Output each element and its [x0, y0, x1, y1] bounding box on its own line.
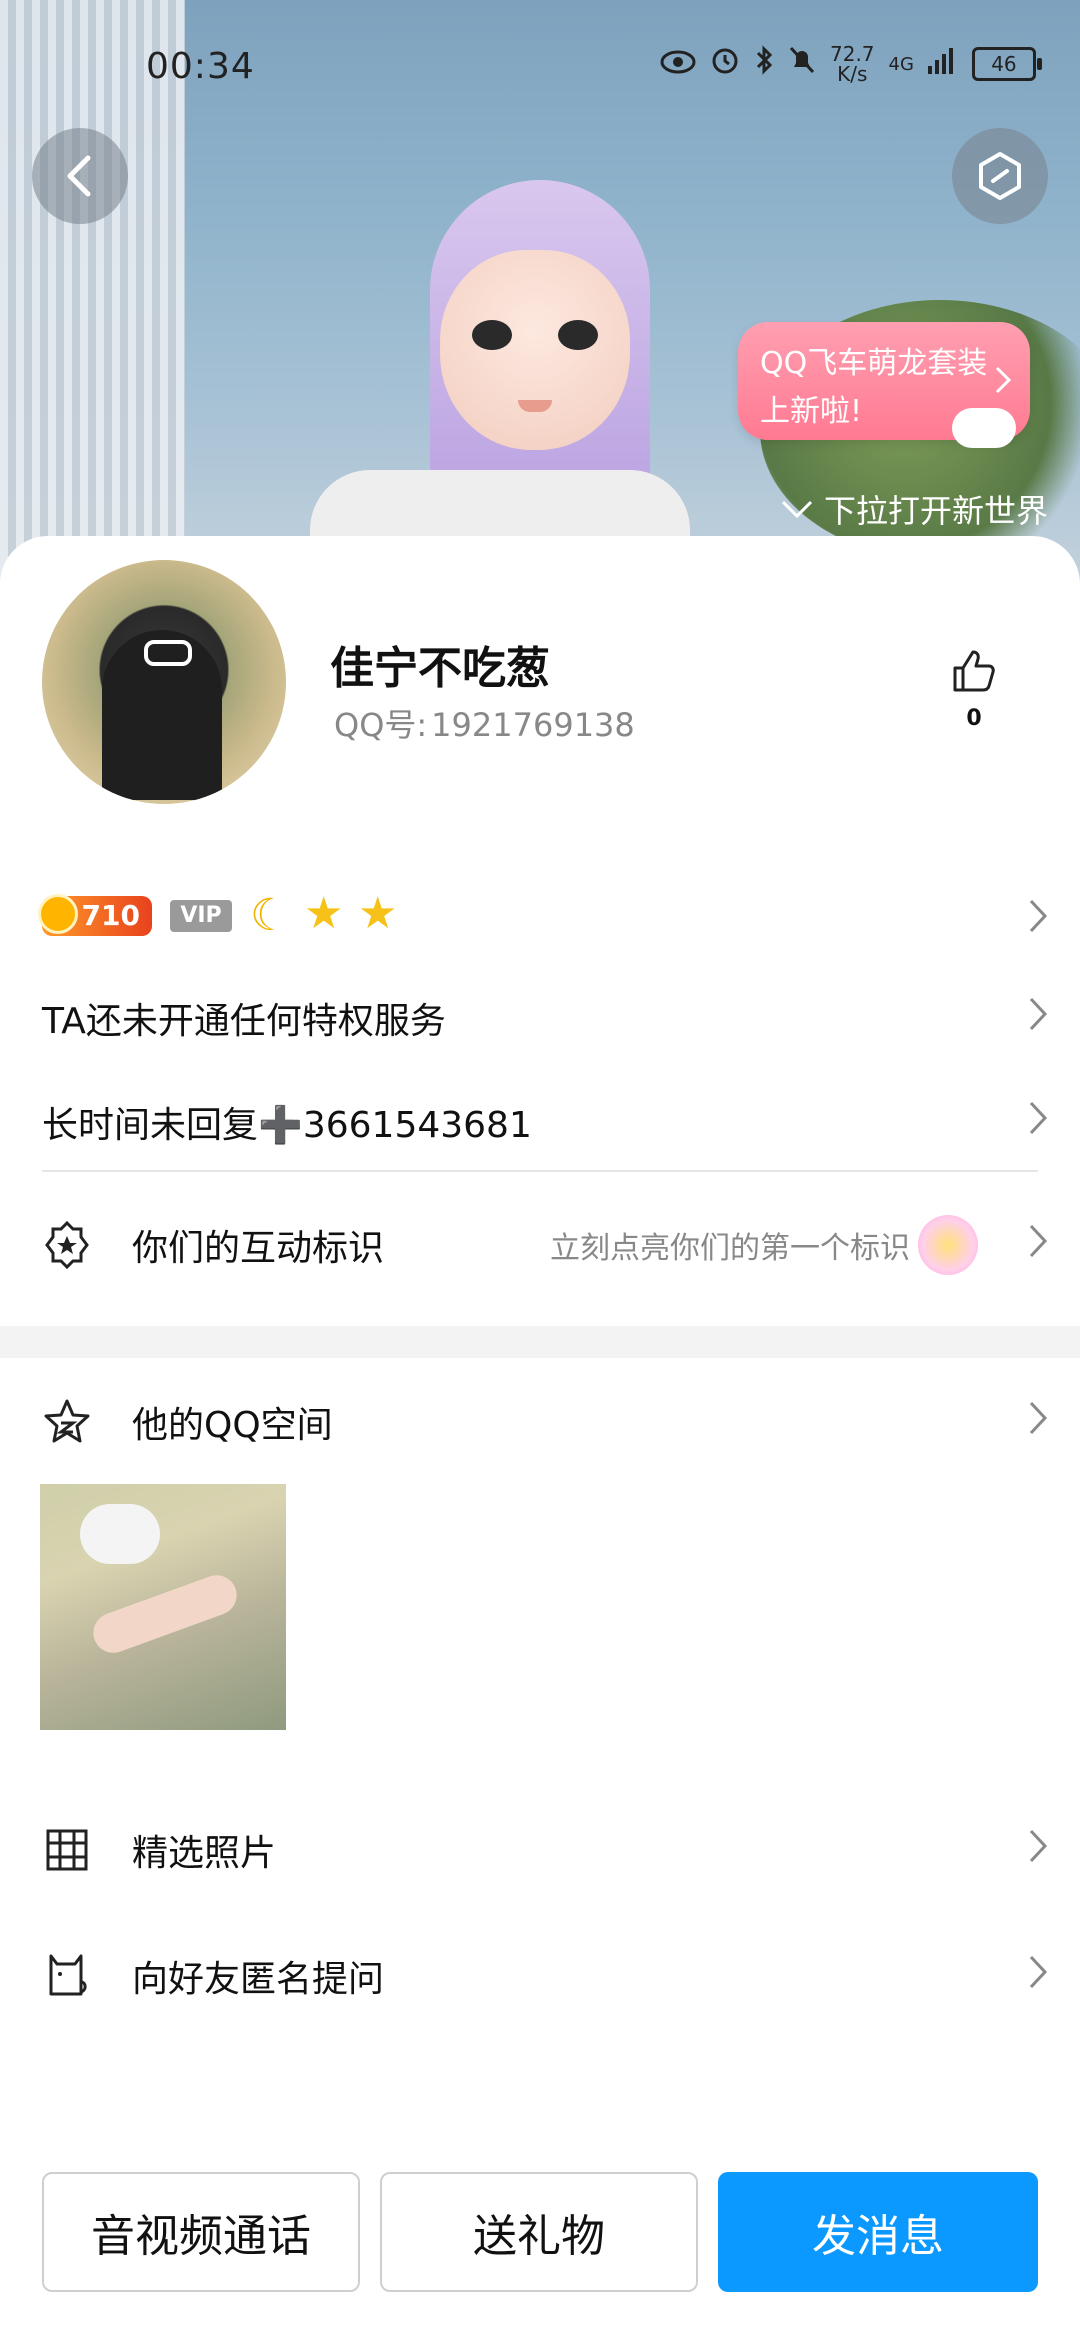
badge-star-icon	[42, 1220, 92, 1270]
cat-box-icon	[42, 1951, 92, 2001]
character-eye-left	[472, 320, 512, 350]
qzone-row[interactable]: 他的QQ空间	[0, 1382, 1080, 1462]
cloud-decoration	[952, 408, 1016, 448]
avatar[interactable]	[42, 560, 286, 804]
featured-photos-label: 精选照片	[132, 1833, 277, 1874]
signal-icon	[927, 46, 958, 82]
avatar-3d-character[interactable]	[310, 170, 690, 590]
qzone-photo-thumbnail[interactable]	[40, 1484, 286, 1730]
hexagon-icon	[979, 152, 1021, 200]
chevron-right-icon	[1028, 898, 1048, 938]
signature-row[interactable]: 长时间未回复➕3661543681	[0, 1082, 1080, 1162]
star-level-icon-1: ★	[304, 888, 344, 939]
featured-photos-row[interactable]: 精选照片	[0, 1810, 1080, 1890]
pull-down-hint[interactable]: 下拉打开新世界	[780, 486, 1048, 532]
qq-number: 1921769138	[431, 706, 635, 744]
anonymous-question-row[interactable]: 向好友匿名提问	[0, 1936, 1080, 2016]
chevron-right-icon	[1028, 1400, 1048, 1445]
speed-unit: K/s	[837, 62, 868, 86]
signature-text: 长时间未回复➕3661543681	[42, 1105, 532, 1146]
pull-down-text: 下拉打开新世界	[824, 492, 1049, 530]
chevron-right-icon	[1028, 1100, 1048, 1145]
send-message-button[interactable]: 发消息	[718, 2172, 1038, 2292]
badges-row[interactable]: 710 VIP ☾ ★ ★	[0, 866, 1080, 966]
bottom-action-bar: 音视频通话 送礼物 发消息	[0, 2172, 1080, 2296]
moon-level-icon: ☾	[250, 890, 290, 941]
eye-icon	[660, 47, 696, 82]
chevron-right-icon	[1028, 1223, 1048, 1268]
status-icons: 72.7 K/s 4G 46	[660, 44, 1042, 84]
send-gift-button[interactable]: 送礼物	[380, 2172, 698, 2292]
promo-line-1: QQ飞车萌龙套装	[760, 346, 988, 381]
like-button[interactable]: 0	[944, 646, 1004, 731]
network-speed: 72.7 K/s	[830, 44, 875, 84]
qzone-star-icon	[42, 1397, 92, 1447]
chevron-right-icon	[1028, 1828, 1048, 1873]
privilege-row[interactable]: TA还未开通任何特权服务	[0, 978, 1080, 1058]
anonymous-question-label: 向好友匿名提问	[132, 1959, 385, 2000]
interaction-hint: 立刻点亮你们的第一个标识	[550, 1231, 910, 1266]
privilege-text: TA还未开通任何特权服务	[42, 1001, 446, 1042]
bluetooth-icon	[754, 45, 774, 83]
thumbs-up-icon	[953, 650, 995, 692]
mascot-icon	[918, 1215, 978, 1275]
divider	[42, 1170, 1038, 1172]
alarm-icon	[710, 45, 740, 83]
promo-bubble[interactable]: QQ飞车萌龙套装 上新啦!	[738, 322, 1030, 448]
level-coin-badge: 710	[38, 894, 152, 936]
character-face	[440, 250, 630, 450]
network-type: 4G	[888, 53, 914, 75]
profile-name: 佳宁不吃葱	[330, 643, 550, 694]
video-call-button[interactable]: 音视频通话	[42, 2172, 360, 2292]
interaction-badge-row[interactable]: 你们的互动标识 立刻点亮你们的第一个标识	[0, 1200, 1080, 1290]
qzone-label: 他的QQ空间	[132, 1405, 333, 1446]
interaction-label: 你们的互动标识	[132, 1228, 385, 1269]
character-mouth	[518, 400, 552, 412]
chevron-right-icon	[1028, 996, 1048, 1041]
speed-value: 72.7	[830, 42, 875, 66]
grid-icon	[42, 1825, 92, 1875]
mute-bell-icon	[788, 45, 816, 83]
star-level-icon-2: ★	[358, 888, 398, 939]
section-separator	[0, 1326, 1080, 1358]
chevron-left-icon	[67, 155, 91, 197]
status-bar: 00:34 72.7 K/s 4G 46	[0, 38, 1080, 98]
status-time: 00:34	[146, 46, 255, 87]
character-eye-right	[558, 320, 598, 350]
chevron-right-icon	[1028, 1954, 1048, 1999]
profile-card: 佳宁不吃葱 QQ号: 1921769138 0 710 VIP ☾ ★ ★ TA还…	[0, 536, 1080, 2340]
like-count: 0	[966, 706, 982, 731]
chevron-right-icon	[994, 362, 1012, 410]
vip-badge: VIP	[170, 900, 232, 932]
back-button[interactable]	[32, 128, 128, 224]
qq-label: QQ号:	[334, 706, 428, 744]
chevron-down-icon	[781, 500, 813, 519]
more-options-button[interactable]	[952, 128, 1048, 224]
qq-number-line: QQ号: 1921769138	[330, 700, 635, 746]
battery-indicator: 46	[971, 47, 1042, 81]
